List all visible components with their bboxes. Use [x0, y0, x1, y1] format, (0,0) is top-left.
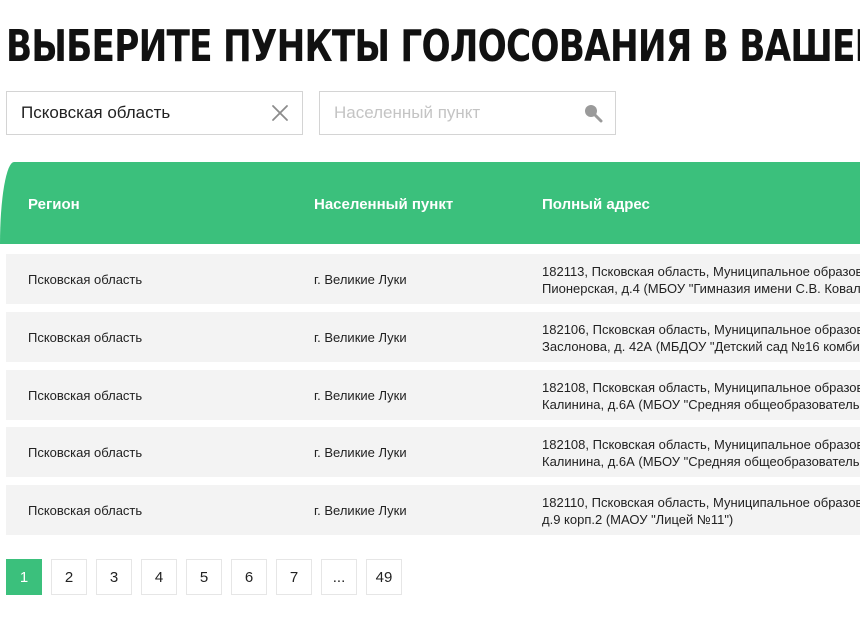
column-header-region[interactable]: Регион: [28, 196, 80, 213]
address-line: Калинина, д.6А (МБОУ "Средняя общеобразо…: [542, 454, 860, 469]
cell-city: г. Великие Луки: [314, 330, 407, 345]
cell-region: Псковская область: [28, 330, 143, 345]
pagination: 1 2 3 4 5 6 7 ... 49: [6, 559, 402, 595]
page-title: ВЫБЕРИТЕ ПУНКТЫ ГОЛОСОВАНИЯ В ВАШЕМ: [6, 21, 860, 72]
region-filter: [6, 91, 303, 135]
cell-city: г. Великие Луки: [314, 445, 407, 460]
cell-region: Псковская область: [28, 503, 143, 518]
search-icon[interactable]: [571, 92, 615, 134]
table-row[interactable]: Псковская область г. Великие Луки 182113…: [6, 254, 860, 304]
address-line: 182108, Псковская область, Муниципальное…: [542, 380, 860, 395]
cell-region: Псковская область: [28, 272, 143, 287]
table-row[interactable]: Псковская область г. Великие Луки 182106…: [6, 312, 860, 362]
cell-city: г. Великие Луки: [314, 388, 407, 403]
cell-address: 182106, Псковская область, Муниципальное…: [542, 321, 860, 355]
cell-address: 182108, Псковская область, Муниципальное…: [542, 379, 860, 413]
page-button-5[interactable]: 5: [186, 559, 222, 595]
city-search-input[interactable]: [320, 92, 571, 134]
cell-address: 182108, Псковская область, Муниципальное…: [542, 436, 860, 470]
page-button-1[interactable]: 1: [6, 559, 42, 595]
address-line: д.9 корп.2 (МАОУ "Лицей №11"): [542, 512, 734, 527]
page-button-4[interactable]: 4: [141, 559, 177, 595]
page-button-7[interactable]: 7: [276, 559, 312, 595]
address-line: 182106, Псковская область, Муниципальное…: [542, 322, 860, 337]
cell-address: 182110, Псковская область, Муниципальное…: [542, 494, 860, 528]
address-line: Калинина, д.6А (МБОУ "Средняя общеобразо…: [542, 397, 860, 412]
address-line: 182110, Псковская область, Муниципальное…: [542, 495, 860, 510]
address-line: 182108, Псковская область, Муниципальное…: [542, 437, 860, 452]
cell-address: 182113, Псковская область, Муниципальное…: [542, 263, 860, 297]
city-filter: [319, 91, 616, 135]
close-icon[interactable]: [258, 92, 302, 134]
page-button-2[interactable]: 2: [51, 559, 87, 595]
region-input[interactable]: [7, 92, 258, 134]
cell-city: г. Великие Луки: [314, 503, 407, 518]
cell-city: г. Великие Луки: [314, 272, 407, 287]
cell-region: Псковская область: [28, 445, 143, 460]
page-button-3[interactable]: 3: [96, 559, 132, 595]
page: ВЫБЕРИТЕ ПУНКТЫ ГОЛОСОВАНИЯ В ВАШЕМ Реги…: [0, 0, 860, 636]
column-header-city[interactable]: Населенный пункт: [314, 196, 453, 213]
table-row[interactable]: Псковская область г. Великие Луки 182108…: [6, 427, 860, 477]
page-button-49[interactable]: 49: [366, 559, 402, 595]
table-row[interactable]: Псковская область г. Великие Луки 182108…: [6, 370, 860, 420]
table-header: Регион Населенный пункт Полный адрес: [0, 162, 860, 244]
table-row[interactable]: Псковская область г. Великие Луки 182110…: [6, 485, 860, 535]
column-header-address[interactable]: Полный адрес: [542, 196, 650, 213]
cell-region: Псковская область: [28, 388, 143, 403]
page-button-6[interactable]: 6: [231, 559, 267, 595]
address-line: Пионерская, д.4 (МБОУ "Гимназия имени С.…: [542, 281, 860, 296]
page-button-ellipsis[interactable]: ...: [321, 559, 357, 595]
address-line: Заслонова, д. 42А (МБДОУ "Детский сад №1…: [542, 339, 860, 354]
address-line: 182113, Псковская область, Муниципальное…: [542, 264, 860, 279]
